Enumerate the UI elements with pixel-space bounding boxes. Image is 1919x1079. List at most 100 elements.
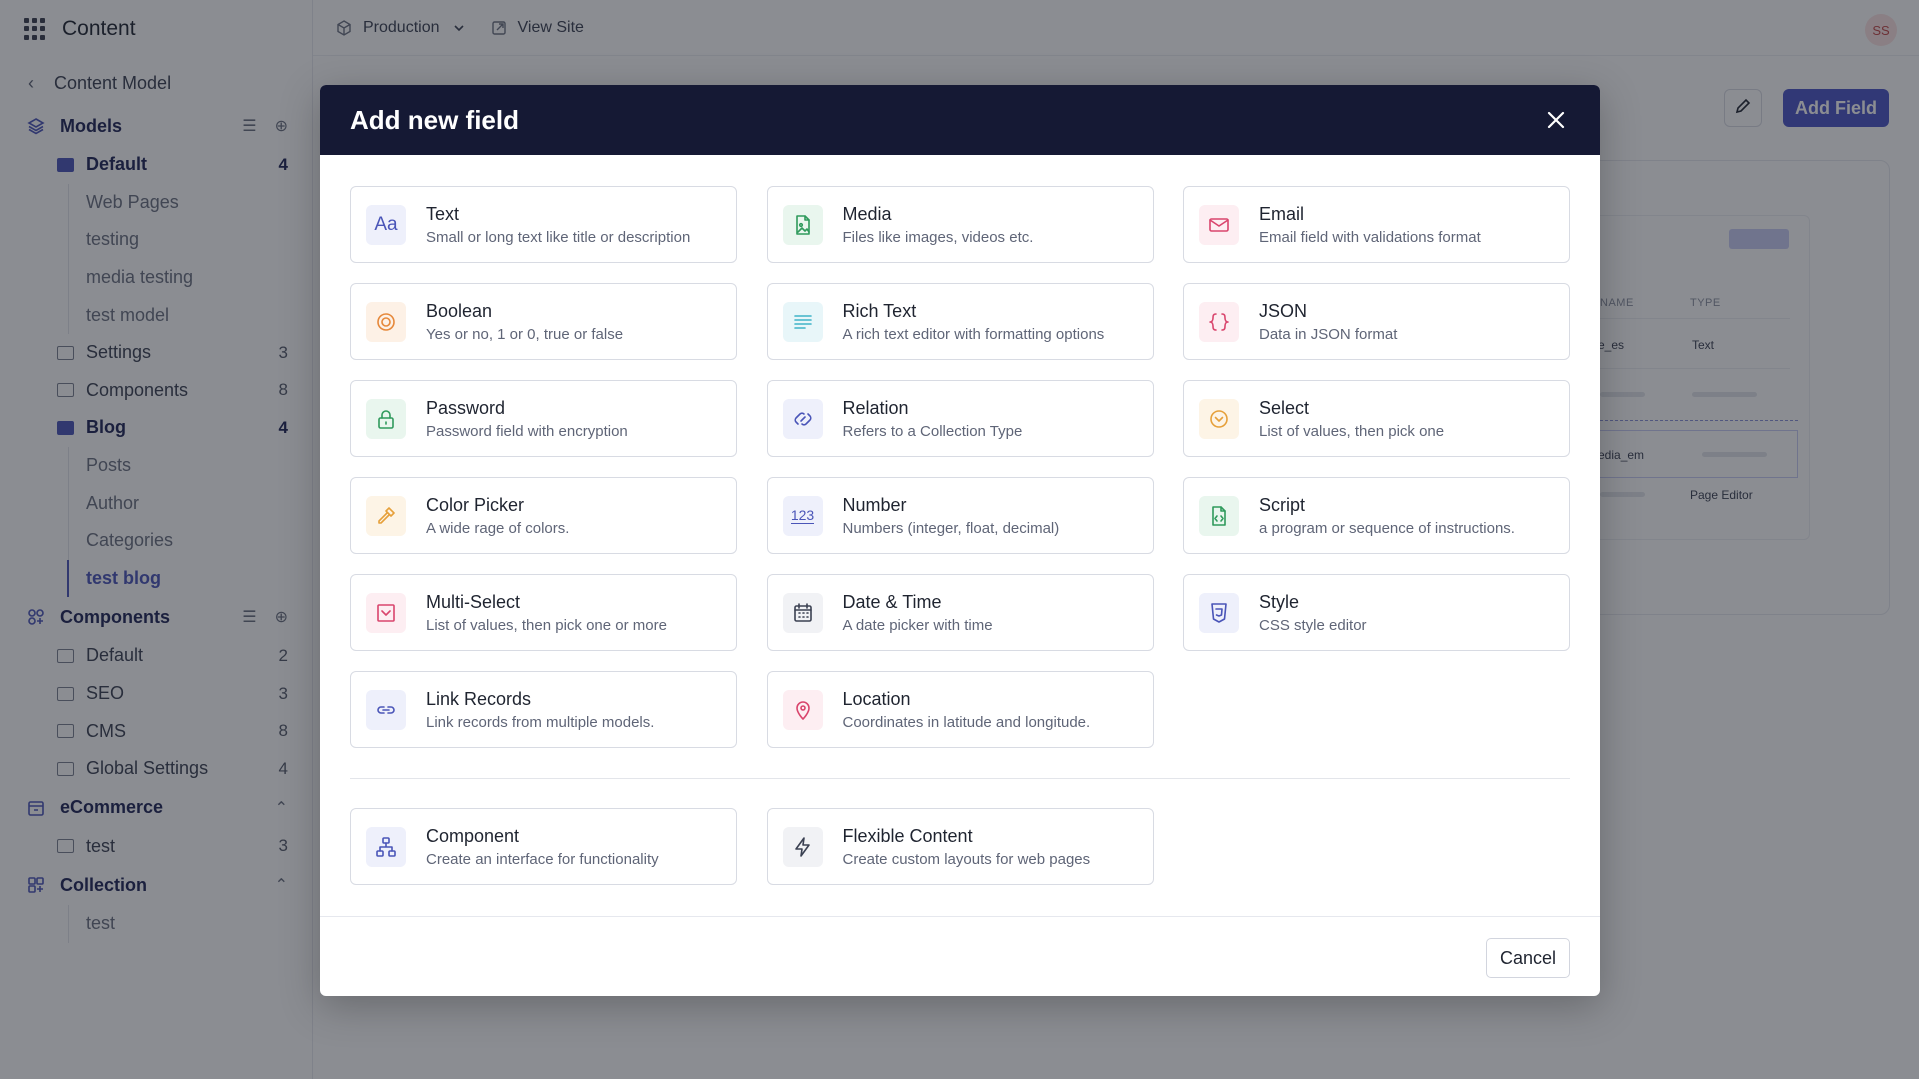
field-type-text: Color Picker A wide rage of colors.: [426, 495, 569, 537]
field-type-description: A rich text editor with formatting optio…: [842, 325, 1105, 343]
field-type-description: Create an interface for functionality: [426, 850, 659, 868]
field-type-description: A date picker with time: [842, 616, 993, 634]
field-type-text: Password Password field with encryption: [426, 398, 628, 440]
field-type-email[interactable]: Email Email field with validations format: [1183, 186, 1570, 263]
field-type-text: Relation Refers to a Collection Type: [843, 398, 1023, 440]
css-shield-icon: [1199, 592, 1239, 633]
field-type-description: A wide rage of colors.: [426, 519, 570, 537]
field-type-grid: Aa Text Small or long text like title or d…: [350, 186, 1570, 748]
field-type-name: Select: [1259, 397, 1310, 418]
curly-braces-icon: [1199, 301, 1239, 342]
field-type-name: Component: [426, 825, 520, 846]
lightning-icon: [782, 826, 823, 867]
chain-link-icon: [366, 689, 406, 730]
paragraph-lines-icon: [782, 301, 823, 342]
field-type-name: Style: [1259, 591, 1300, 612]
field-type-text: Script a program or sequence of instructi…: [1259, 495, 1515, 537]
text-aa-icon: Aa: [366, 204, 406, 245]
field-type-name: Link Records: [426, 688, 532, 709]
field-type-color-picker[interactable]: Color Picker A wide rage of colors.: [350, 477, 737, 554]
field-type-multi-select[interactable]: Multi-Select List of values, then pick on…: [350, 574, 737, 651]
field-type-text: Location Coordinates in latitude and long…: [843, 689, 1091, 731]
field-type-text: Style CSS style editor: [1259, 592, 1367, 634]
field-type-name: Flexible Content: [842, 825, 973, 846]
field-type-text: Date & Time A date picker with time: [843, 592, 993, 634]
field-type-description: Data in JSON format: [1259, 325, 1398, 343]
modal-footer: Cancel: [320, 916, 1600, 996]
cancel-button[interactable]: Cancel: [1486, 938, 1570, 978]
calendar-icon: [782, 592, 823, 633]
field-type-json[interactable]: JSON Data in JSON format: [1183, 283, 1570, 360]
field-type-name: Date & Time: [842, 591, 942, 612]
field-type-text: JSON Data in JSON format: [1259, 301, 1397, 343]
field-type-name: Multi-Select: [426, 591, 521, 612]
field-type-description: Files like images, videos etc.: [842, 228, 1034, 246]
map-pin-icon: [782, 689, 823, 730]
field-type-text: Flexible Content Create custom layouts fo…: [843, 826, 1091, 868]
field-type-date-time[interactable]: Date & Time A date picker with time: [766, 574, 1154, 651]
field-type-name: Number: [842, 494, 907, 515]
field-type-rich-text[interactable]: Rich Text A rich text editor with formatt…: [766, 283, 1154, 360]
field-type-name: Relation: [842, 397, 909, 418]
field-type-description: Small or long text like title or descrip…: [426, 228, 691, 246]
field-type-description: List of values, then pick one: [1259, 422, 1445, 440]
field-type-name: Password: [426, 397, 506, 418]
field-type-description: Yes or no, 1 or 0, true or false: [426, 325, 624, 343]
field-type-name: Email: [1259, 203, 1305, 224]
close-button[interactable]: [1536, 100, 1576, 140]
field-type-description: Link records from multiple models.: [426, 713, 655, 731]
code-file-icon: [1199, 495, 1239, 536]
add-field-modal: Add new field Aa Text Small or long text l…: [320, 85, 1600, 996]
field-type-description: a program or sequence of instructions.: [1259, 519, 1515, 537]
field-type-name: Media: [842, 203, 892, 224]
close-icon: [1547, 111, 1565, 129]
field-type-description: Create custom layouts for web pages: [842, 850, 1091, 868]
field-type-number[interactable]: 123 Number Numbers (integer, float, decima…: [766, 477, 1154, 554]
field-type-name: Boolean: [426, 300, 493, 321]
field-type-text: Component Create an interface for functio…: [426, 826, 659, 868]
field-type-script[interactable]: Script a program or sequence of instructi…: [1183, 477, 1570, 554]
field-type-name: Location: [842, 688, 911, 709]
image-file-icon: [782, 204, 823, 245]
field-type-name: Text: [426, 203, 460, 224]
field-type-name: Color Picker: [426, 494, 525, 515]
field-type-description: Password field with encryption: [426, 422, 628, 440]
field-type-style[interactable]: Style CSS style editor: [1183, 574, 1570, 651]
field-type-boolean[interactable]: Boolean Yes or no, 1 or 0, true or false: [350, 283, 737, 360]
field-type-text: Boolean Yes or no, 1 or 0, true or false: [426, 301, 623, 343]
field-type-description: Numbers (integer, float, decimal): [842, 519, 1060, 537]
field-type-flexible-content[interactable]: Flexible Content Create custom layouts fo…: [766, 808, 1154, 885]
field-type-location[interactable]: Location Coordinates in latitude and long…: [766, 671, 1154, 748]
field-type-select[interactable]: Select List of values, then pick one: [1183, 380, 1570, 457]
field-type-password[interactable]: Password Password field with encryption: [350, 380, 737, 457]
field-type-text: Media Files like images, videos etc.: [843, 204, 1034, 246]
divider: [350, 778, 1570, 779]
envelope-icon: [1199, 204, 1239, 245]
field-type-text: Email Email field with validations format: [1259, 204, 1481, 246]
field-type-text: Multi-Select List of values, then pick on…: [426, 592, 667, 634]
field-type-text: Link Records Link records from multiple m…: [426, 689, 654, 731]
field-type-name: Script: [1259, 494, 1306, 515]
field-type-description: Email field with validations format: [1259, 228, 1481, 246]
field-type-description: List of values, then pick one or more: [426, 616, 667, 634]
chevron-circle-icon: [1199, 398, 1239, 439]
field-type-text: Rich Text A rich text editor with formatt…: [843, 301, 1105, 343]
relation-link-icon: [782, 398, 823, 439]
toggle-circle-icon: [366, 301, 406, 342]
modal-title: Add new field: [350, 104, 519, 135]
field-type-component[interactable]: Component Create an interface for functio…: [350, 808, 737, 885]
field-type-relation[interactable]: Relation Refers to a Collection Type: [766, 380, 1154, 457]
field-type-text: Number Numbers (integer, float, decimal): [843, 495, 1060, 537]
field-type-media[interactable]: Media Files like images, videos etc.: [766, 186, 1154, 263]
lock-icon: [366, 398, 406, 439]
field-type-description: CSS style editor: [1259, 616, 1367, 634]
number-123-icon: 123: [782, 495, 823, 536]
multi-select-icon: [366, 592, 406, 633]
field-type-link-records[interactable]: Link Records Link records from multiple m…: [350, 671, 737, 748]
field-type-description: Coordinates in latitude and longitude.: [842, 713, 1091, 731]
field-type-text: Select List of values, then pick one: [1259, 398, 1444, 440]
eyedropper-icon: [366, 495, 406, 536]
field-type-text[interactable]: Aa Text Small or long text like title or d…: [350, 186, 737, 263]
field-type-description: Refers to a Collection Type: [842, 422, 1023, 440]
field-type-name: JSON: [1259, 300, 1308, 321]
